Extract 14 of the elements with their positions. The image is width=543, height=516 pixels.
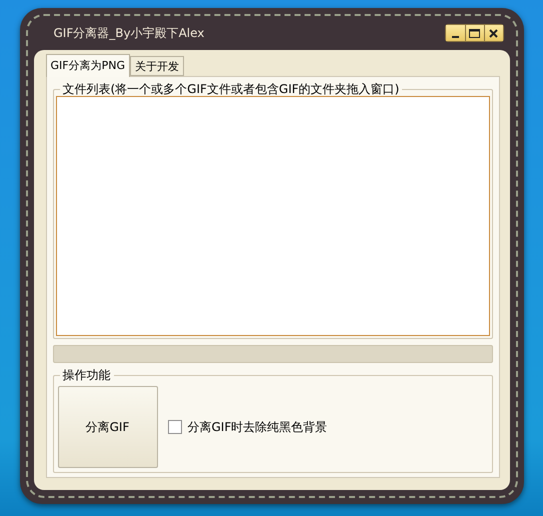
group-title: 文件列表(将一个或多个GIF文件或者包含GIF的文件夹拖入窗口)	[60, 82, 402, 96]
checkbox[interactable]	[168, 420, 182, 434]
window-title: GIF分离器_By小宇殿下Alex	[54, 24, 206, 42]
checkbox-label: 分离GIF时去除纯黑色背景	[188, 418, 328, 436]
maximize-icon	[469, 28, 480, 38]
maximize-button[interactable]	[464, 25, 484, 41]
close-button[interactable]	[484, 25, 502, 41]
group-title: 操作功能	[60, 368, 114, 382]
minimize-icon	[452, 36, 458, 38]
separate-button[interactable]: 分离GIF	[58, 386, 158, 468]
tab[interactable]: 关于开发	[130, 56, 184, 76]
minimize-button[interactable]	[446, 25, 464, 41]
close-icon	[489, 28, 498, 38]
tab[interactable]: GIF分离为PNG	[46, 54, 130, 77]
